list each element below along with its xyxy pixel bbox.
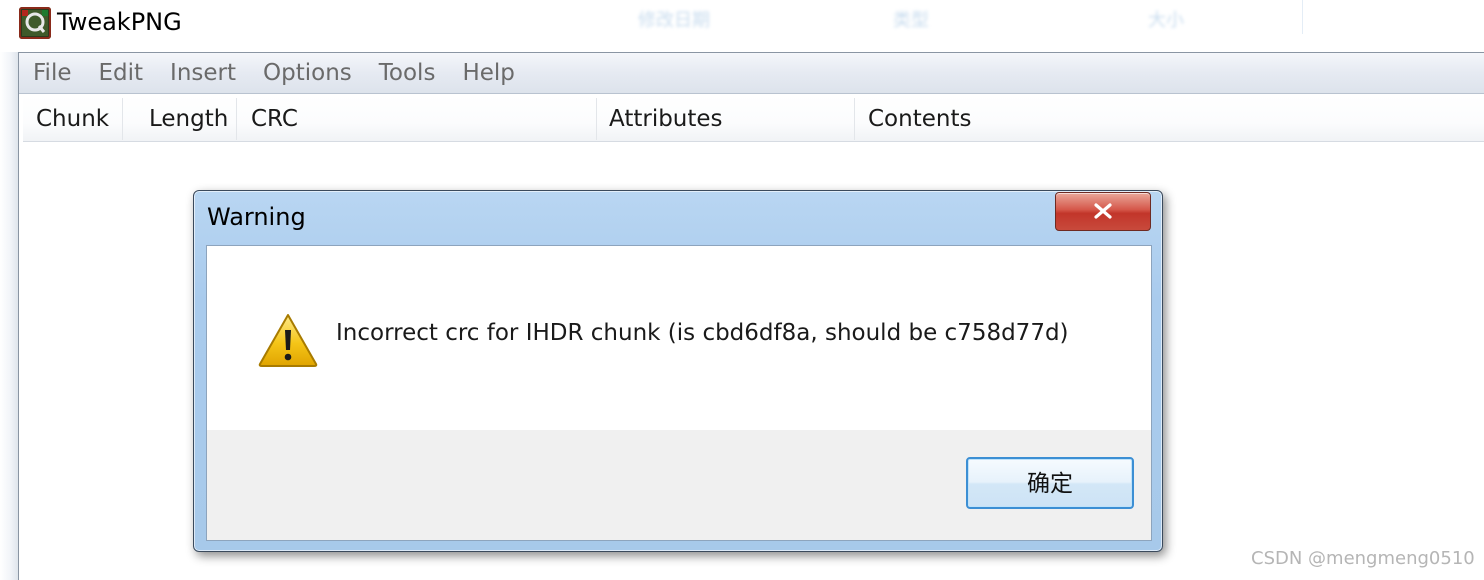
close-icon xyxy=(1094,203,1112,219)
dialog-close-button[interactable] xyxy=(1055,192,1151,231)
dialog-body: Incorrect crc for IHDR chunk (is cbd6df8… xyxy=(206,245,1152,541)
column-divider[interactable] xyxy=(596,98,597,140)
tweakpng-app-icon xyxy=(19,7,51,39)
warning-icon xyxy=(257,312,319,372)
chunk-list-header: Chunk Length CRC Attributes Contents xyxy=(23,96,1484,142)
ok-button[interactable]: 确定 xyxy=(966,457,1134,509)
screen: 修改日期 类型 大小 TweakPNG File Edit Insert Opt… xyxy=(0,0,1484,580)
dialog-message: Incorrect crc for IHDR chunk (is cbd6df8… xyxy=(336,320,1069,346)
window-left-edge xyxy=(0,52,18,580)
warning-dialog: Warning Incorrect crc for IHDR chunk (is… xyxy=(193,190,1163,552)
column-divider[interactable] xyxy=(854,98,855,140)
menubar: File Edit Insert Options Tools Help xyxy=(19,53,1484,94)
menu-tools[interactable]: Tools xyxy=(379,60,436,86)
app-title: TweakPNG xyxy=(57,8,182,36)
column-header-crc[interactable]: CRC xyxy=(251,96,298,141)
column-divider[interactable] xyxy=(122,98,123,140)
column-header-length[interactable]: Length xyxy=(149,96,228,141)
bg-header-size: 大小 xyxy=(1148,10,1184,31)
bg-divider xyxy=(1302,0,1303,34)
dialog-title: Warning xyxy=(207,203,306,231)
watermark: CSDN @mengmeng0510 xyxy=(1251,548,1475,569)
menu-options[interactable]: Options xyxy=(263,60,352,86)
column-divider[interactable] xyxy=(236,98,237,140)
app-titlebar: TweakPNG xyxy=(0,0,700,46)
column-header-chunk[interactable]: Chunk xyxy=(36,96,109,141)
menu-edit[interactable]: Edit xyxy=(99,60,144,86)
menu-help[interactable]: Help xyxy=(462,60,514,86)
bg-header-type: 类型 xyxy=(893,10,929,31)
dialog-button-area: 确定 xyxy=(207,430,1151,540)
menu-insert[interactable]: Insert xyxy=(170,60,236,86)
menu-file[interactable]: File xyxy=(33,60,72,86)
column-header-attributes[interactable]: Attributes xyxy=(609,96,723,141)
column-header-contents[interactable]: Contents xyxy=(868,96,971,141)
